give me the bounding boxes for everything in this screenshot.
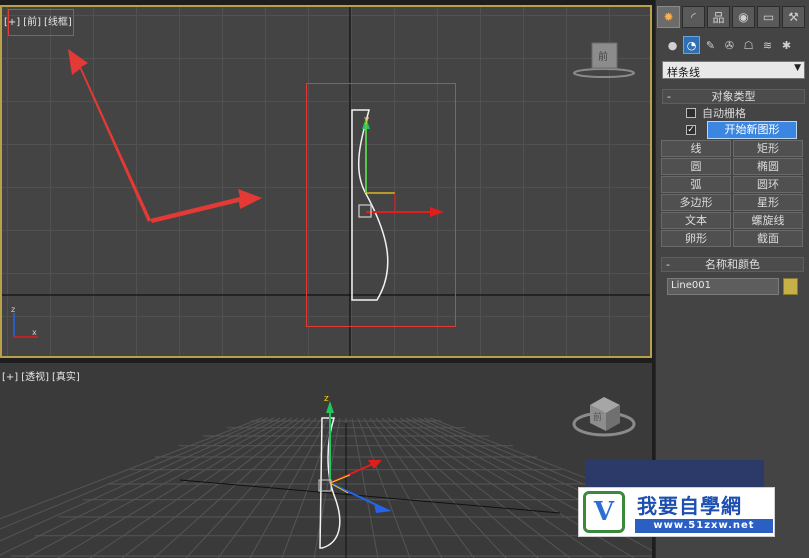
perspective-grid	[0, 417, 652, 558]
helpers-icon[interactable]: ☖	[740, 36, 757, 54]
line-button[interactable]: 线	[661, 140, 731, 157]
section-button[interactable]: 截面	[733, 230, 803, 247]
arc-button[interactable]: 弧	[661, 176, 731, 193]
shape-type-dropdown-value: 样条线	[667, 66, 700, 79]
star-button[interactable]: 星形	[733, 194, 803, 211]
ellipse-button[interactable]: 椭圆	[733, 158, 803, 175]
persp-gizmo-z-label: z	[324, 394, 329, 404]
annotation-arrow-to-shape	[150, 189, 262, 223]
cameras-icon[interactable]: ✇	[721, 36, 738, 54]
perspective-viewport[interactable]: z 前 [+] [透视] [真实]	[0, 363, 652, 558]
systems-icon[interactable]: ✱	[778, 36, 795, 54]
spacewarps-icon[interactable]: ≋	[759, 36, 776, 54]
front-viewport[interactable]: y z x 前 [+] [前] [线框]	[0, 5, 652, 358]
hierarchy-icon[interactable]: 品	[707, 6, 730, 28]
modify-arc-icon[interactable]: ◜	[682, 6, 705, 28]
auto-grid-row[interactable]: 自动栅格	[686, 105, 746, 120]
start-new-shape-button[interactable]: 开始新图形	[707, 121, 797, 139]
persp-viewcube-face: 前	[593, 411, 602, 423]
egg-button[interactable]: 卵形	[661, 230, 731, 247]
watermark-logo: V	[583, 491, 625, 533]
object-type-collapse[interactable]: -	[667, 90, 671, 103]
site-watermark: V 我要自學網 www.51zxw.net	[578, 487, 775, 537]
label-highlight-box	[8, 9, 74, 36]
persp-axis-horizontal	[179, 479, 561, 514]
create-sun-icon[interactable]: ✹	[657, 6, 680, 28]
persp-viewcube[interactable]: 前	[572, 397, 636, 437]
object-type-rollout-header[interactable]: - 对象类型	[662, 89, 805, 104]
persp-gizmo-y-arrow	[374, 503, 392, 513]
object-color-swatch[interactable]	[783, 278, 798, 295]
rectangle-button[interactable]: 矩形	[733, 140, 803, 157]
chevron-down-icon: ▼	[794, 63, 801, 73]
name-color-collapse[interactable]: -	[666, 258, 670, 271]
front-viewcube-face: 前	[598, 50, 608, 63]
donut-button[interactable]: 圆环	[733, 176, 803, 193]
shapes-icon[interactable]: ◔	[683, 36, 700, 54]
name-color-rollout-header[interactable]: - 名称和颜色	[661, 257, 804, 272]
utilities-hammer-icon[interactable]: ⚒	[782, 6, 805, 28]
start-new-shape-checkbox[interactable]: ✓	[686, 124, 696, 135]
annotation-arrow-to-label	[68, 49, 151, 222]
watermark-title: 我要自學網	[637, 494, 742, 518]
blue-backdrop	[585, 460, 764, 490]
shape-highlight-box	[306, 83, 456, 327]
corner-x-label: x	[32, 328, 37, 337]
persp-gizmo-plane-a	[329, 474, 351, 484]
create-category-icons: ● ◔ ✎ ✇ ☖ ≋ ✱	[664, 36, 809, 56]
command-panel-tabs: ✹ ◜ 品 ◉ ▭ ⚒	[656, 6, 809, 30]
name-color-title: 名称和颜色	[705, 258, 760, 271]
persp-plus-menu[interactable]: [+]	[2, 372, 18, 383]
front-viewcube[interactable]: 前	[573, 42, 635, 78]
persp-shading-menu[interactable]: [真实]	[52, 372, 80, 383]
ngon-button[interactable]: 多边形	[661, 194, 731, 211]
persp-viewport-label[interactable]: [+] [透视] [真实]	[2, 368, 83, 383]
lights-icon[interactable]: ✎	[702, 36, 719, 54]
start-new-shape-row[interactable]: ✓	[686, 122, 696, 137]
auto-grid-label: 自动栅格	[702, 106, 746, 120]
geometry-sphere-icon[interactable]: ●	[664, 36, 681, 54]
shape-type-dropdown[interactable]: 样条线 ▼	[662, 61, 805, 79]
watermark-url: www.51zxw.net	[635, 519, 773, 533]
object-type-title: 对象类型	[711, 90, 756, 103]
circle-button[interactable]: 圆	[661, 158, 731, 175]
display-icon[interactable]: ▭	[757, 6, 780, 28]
object-name-field[interactable]: Line001	[667, 278, 779, 295]
corner-z-label: z	[11, 305, 15, 314]
motion-icon[interactable]: ◉	[732, 6, 755, 28]
auto-grid-checkbox[interactable]	[686, 107, 696, 118]
helix-button[interactable]: 螺旋线	[733, 212, 803, 229]
text-button[interactable]: 文本	[661, 212, 731, 229]
perspective-grid-canvas: z 前	[0, 394, 652, 558]
shape-buttons-grid: 线 矩形 圆 椭圆 弧 圆环 多边形 星形 文本 螺旋线 卵形 截面	[661, 140, 805, 247]
persp-view-menu[interactable]: [透视]	[21, 372, 49, 383]
